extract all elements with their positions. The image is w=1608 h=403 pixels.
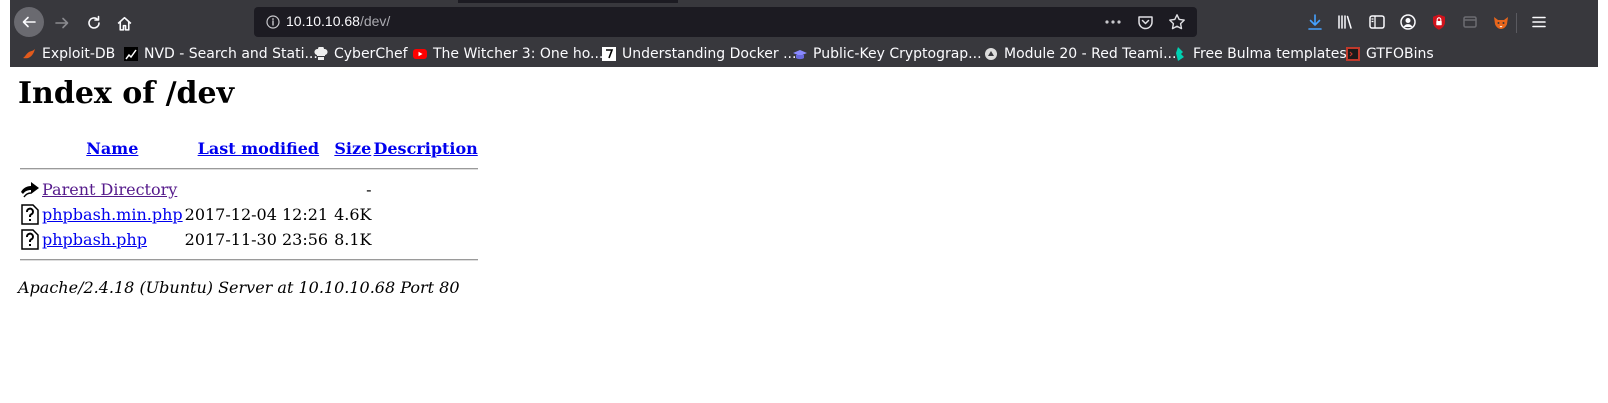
exploit-db-icon: [23, 49, 35, 59]
bookmark-public-key[interactable]: Public-Key Cryptograp...: [793, 45, 982, 63]
modified-column-header: Last modified: [185, 137, 332, 160]
arrow-right-icon: [55, 17, 69, 29]
description-cell: [374, 203, 478, 226]
bookmark-nvd[interactable]: NVD - Search and Stati...: [124, 45, 318, 63]
size-column-header: Size: [334, 137, 371, 160]
cyberchef-icon: [314, 47, 328, 60]
foxyproxy-icon[interactable]: [1492, 13, 1510, 31]
reload-icon: [88, 15, 100, 29]
divider-row: [20, 253, 478, 267]
bookmark-cyberchef[interactable]: CyberChef: [314, 45, 408, 63]
modified-cell: 2017-12-04 12:21: [184, 205, 329, 224]
forward-button[interactable]: [48, 9, 76, 37]
address-bar[interactable]: 10.10.10.68/dev/: [254, 7, 1197, 37]
name-cell: phpbash.php: [42, 228, 183, 251]
size-cell: -: [366, 180, 372, 199]
name-cell: Parent Directory: [42, 178, 183, 201]
header-row: Name Last modified Size Description: [20, 137, 478, 160]
sort-by-size-link[interactable]: Size: [334, 139, 371, 158]
bookmark-exploit-db[interactable]: Exploit-DB: [22, 45, 115, 63]
medium-icon: [602, 47, 616, 61]
bookmark-label: CyberChef: [334, 46, 408, 62]
description-column-header: Description: [374, 137, 478, 160]
divider: [20, 259, 478, 261]
reload-button[interactable]: [80, 9, 108, 37]
graduation-cap-icon: [793, 50, 807, 60]
icon-cell: [20, 228, 40, 251]
icon-cell: [20, 178, 40, 201]
server-signature: Apache/2.4.18 (Ubuntu) Server at 10.10.1…: [18, 278, 460, 297]
file-link-phpbash[interactable]: phpbash.php: [42, 230, 147, 249]
home-button[interactable]: [110, 9, 138, 37]
url-path: /dev/: [359, 13, 391, 29]
unknown-file-icon: [21, 204, 39, 225]
sort-by-modified-link[interactable]: Last modified: [198, 139, 319, 158]
bookmark-label: Free Bulma templates: [1193, 46, 1347, 62]
youtube-icon: [413, 49, 427, 59]
parent-directory-link[interactable]: Parent Directory: [42, 180, 177, 199]
library-icon[interactable]: [1336, 13, 1354, 31]
bookmark-label: NVD - Search and Stati...: [144, 46, 318, 62]
more-actions-icon[interactable]: [1104, 14, 1122, 30]
bookmark-label: Public-Key Cryptograp...: [813, 46, 982, 62]
size-cell: 4.6K: [334, 205, 372, 224]
sort-by-name-link[interactable]: Name: [86, 139, 138, 158]
sort-by-description-link[interactable]: Description: [374, 139, 478, 158]
nvd-icon: [124, 47, 138, 61]
divider: [20, 168, 478, 170]
bookmark-label: GTFOBins: [1366, 46, 1434, 62]
bookmark-label: Exploit-DB: [42, 46, 116, 62]
modified-cell: [185, 178, 332, 201]
pocket-icon[interactable]: [1137, 14, 1154, 30]
ublock-icon[interactable]: [1430, 13, 1448, 31]
unknown-file-icon: [21, 229, 39, 250]
icon-header: [20, 137, 40, 160]
bookmarks-toolbar: Exploit-DB NVD - Search and Stati... Cyb…: [10, 41, 1598, 67]
bookmark-docker[interactable]: Understanding Docker ...: [602, 45, 796, 63]
url-text[interactable]: 10.10.10.68/dev/: [286, 13, 390, 29]
bookmark-bulma[interactable]: Free Bulma templates: [1173, 45, 1347, 63]
file-link-phpbash-min[interactable]: phpbash.min.php: [42, 205, 183, 224]
navigation-toolbar: 10.10.10.68/dev/: [10, 3, 1598, 41]
size-cell: 8.1K: [334, 230, 372, 249]
module-icon: [985, 48, 997, 60]
bookmark-gtfobins[interactable]: GTFOBins: [1346, 45, 1434, 63]
download-icon[interactable]: [1306, 13, 1324, 31]
table-row: Parent Directory -: [20, 178, 478, 201]
account-icon[interactable]: [1399, 13, 1417, 31]
table-row: phpbash.min.php 2017-12-04 12:21 4.6K: [20, 203, 478, 226]
arrow-left-icon: [22, 16, 36, 28]
home-icon: [117, 16, 131, 31]
directory-listing: Name Last modified Size Description Pare…: [18, 135, 480, 269]
name-column-header: Name: [42, 137, 183, 160]
page-title: Index of /dev: [18, 76, 235, 111]
back-button[interactable]: [14, 7, 44, 37]
back-arrow-icon: [21, 182, 39, 198]
bookmark-label: Understanding Docker ...: [622, 46, 797, 62]
site-info-icon[interactable]: [266, 15, 280, 29]
gtfobins-icon: [1346, 47, 1360, 61]
bookmark-module-20[interactable]: Module 20 - Red Teami...: [984, 45, 1176, 63]
hamburger-menu-icon[interactable]: [1530, 13, 1548, 31]
extension-icon[interactable]: [1461, 13, 1479, 31]
table-row: phpbash.php 2017-11-30 23:56 8.1K: [20, 228, 478, 251]
bulma-icon: [1176, 47, 1184, 61]
bookmark-label: The Witcher 3: One ho...: [433, 46, 604, 62]
url-host: 10.10.10.68: [286, 13, 360, 29]
sidebar-icon[interactable]: [1368, 13, 1386, 31]
browser-chrome: 10.10.10.68/dev/ Exploit-DB NVD - Search…: [10, 0, 1598, 67]
description-cell: [374, 178, 478, 201]
bookmark-witcher[interactable]: The Witcher 3: One ho...: [413, 45, 603, 63]
toolbar-separator: [1516, 13, 1517, 33]
modified-cell: 2017-11-30 23:56: [184, 230, 329, 249]
name-cell: phpbash.min.php: [42, 203, 183, 226]
bookmark-star-icon[interactable]: [1168, 13, 1186, 31]
description-cell: [374, 228, 478, 251]
icon-cell: [20, 203, 40, 226]
bookmark-label: Module 20 - Red Teami...: [1004, 46, 1177, 62]
divider-row: [20, 162, 478, 176]
